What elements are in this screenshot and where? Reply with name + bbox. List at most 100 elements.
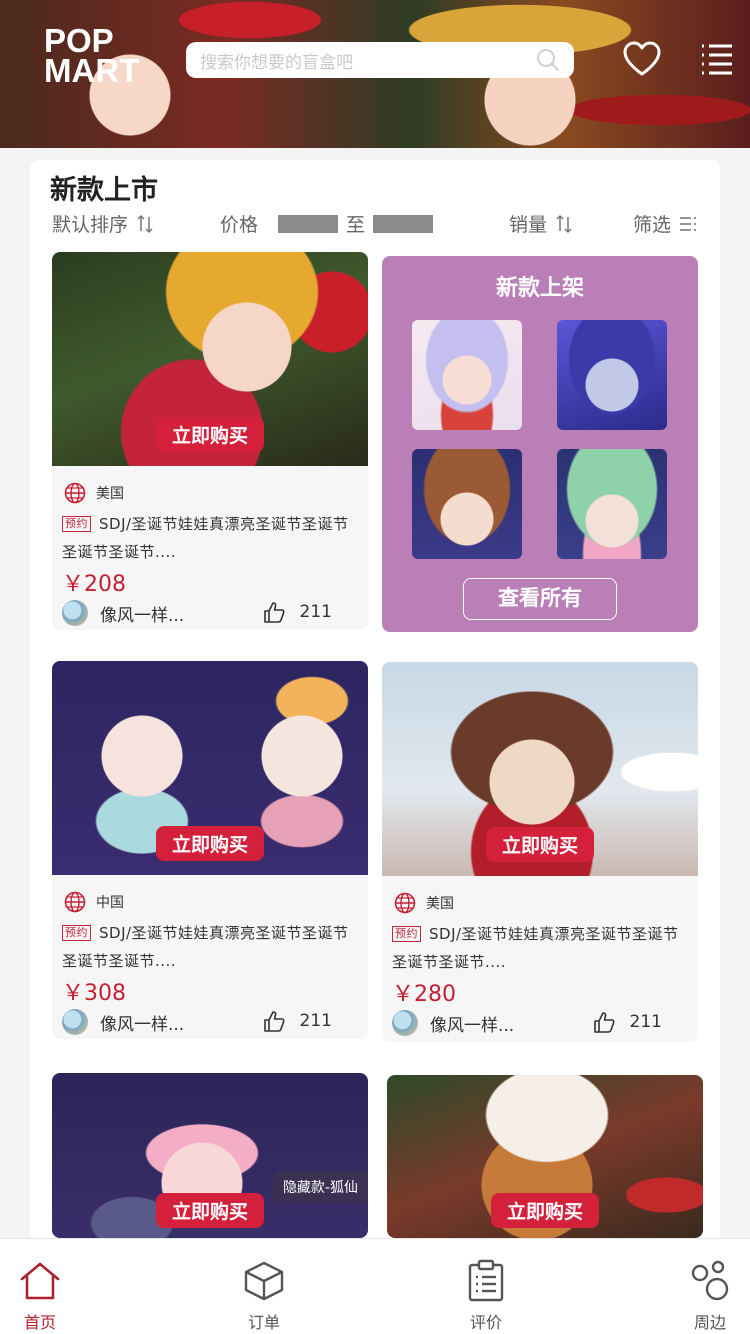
avatar (62, 1009, 88, 1035)
buy-now-button[interactable]: 立即购买 (155, 417, 265, 452)
hidden-edition-badge: 隐藏款-狐仙 (272, 1171, 368, 1203)
buy-now-button[interactable]: 立即购买 (155, 826, 265, 861)
country-name: 美国 (426, 896, 454, 912)
product-card[interactable]: 立即购买 中国 预约 SDJ/圣诞节娃娃真漂亮圣诞节圣诞节圣诞节圣诞节.... ￥… (52, 661, 368, 1039)
tab-reviews[interactable]: 评价 (446, 1259, 526, 1333)
like-count: 211 (629, 1012, 662, 1032)
preorder-tag: 预约 (62, 925, 91, 941)
product-title: SDJ/圣诞节娃娃真漂亮圣诞节圣诞节圣诞节圣诞节.... (62, 515, 349, 561)
like-count: 211 (299, 1011, 332, 1031)
filter-list-icon (680, 216, 697, 231)
sort-icon (556, 214, 572, 233)
product-description: 预约 SDJ/圣诞节娃娃真漂亮圣诞节圣诞节圣诞节圣诞节.... (62, 510, 358, 566)
logo-line-2: MART (44, 52, 140, 89)
product-info: 美国 预约 SDJ/圣诞节娃娃真漂亮圣诞节圣诞节圣诞节圣诞节.... ￥208 像… (52, 466, 368, 630)
new-arrival-thumbnail[interactable] (412, 449, 522, 559)
product-country: 美国 (394, 892, 454, 914)
thumbs-up-icon (593, 1012, 615, 1033)
price-label: 价格 (220, 214, 259, 236)
seller-name: 像风一样... (100, 605, 185, 626)
price-min-input[interactable] (278, 214, 339, 233)
product-image[interactable]: 立即购买 (52, 252, 368, 466)
globe-icon (64, 891, 86, 913)
box-icon (244, 1261, 284, 1301)
search-input[interactable]: 搜索你想要的盲盒吧 (186, 42, 574, 78)
seller-info[interactable]: 像风一样... (392, 1010, 514, 1036)
like-count: 211 (299, 602, 332, 622)
country-name: 中国 (96, 895, 124, 911)
product-card[interactable]: 立即购买 美国 预约 SDJ/圣诞节娃娃真漂亮圣诞节圣诞节圣诞节圣诞节.... ￥… (52, 252, 368, 630)
product-country: 中国 (64, 891, 124, 913)
product-description: 预约 SDJ/圣诞节娃娃真漂亮圣诞节圣诞节圣诞节圣诞节.... (392, 920, 688, 976)
like-button[interactable]: 211 (262, 1009, 332, 1033)
product-card[interactable]: 立即购买 美国 预约 SDJ/圣诞节娃娃真漂亮圣诞节圣诞节圣诞节圣诞节.... ￥… (382, 662, 698, 1042)
section-title: 新款上市 (50, 175, 158, 206)
search-icon[interactable] (536, 48, 560, 72)
view-all-button[interactable]: 查看所有 (463, 578, 617, 620)
product-price: ￥280 (392, 982, 456, 1007)
menu-icon[interactable] (700, 43, 734, 77)
filter-bar: 默认排序 价格 至 销量 筛选 (52, 210, 702, 240)
product-country: 美国 (64, 482, 124, 504)
avatar (62, 600, 88, 626)
popmart-logo[interactable]: POP MART (44, 24, 140, 89)
price-max-input[interactable] (373, 214, 434, 233)
tab-orders-label: 订单 (247, 1313, 280, 1332)
product-card[interactable]: 立即购买 (387, 1075, 703, 1238)
seller-name: 像风一样... (430, 1015, 515, 1036)
home-icon (20, 1262, 60, 1300)
header-banner: POP MART 搜索你想要的盲盒吧 (0, 0, 750, 148)
product-image[interactable]: 立即购买 (387, 1075, 703, 1238)
product-price: ￥208 (62, 572, 126, 597)
search-placeholder: 搜索你想要的盲盒吧 (200, 52, 353, 73)
product-image[interactable]: 立即购买 (382, 662, 698, 876)
sales-label: 销量 (509, 214, 548, 236)
buy-now-button[interactable]: 立即购买 (490, 1193, 600, 1228)
seller-name: 像风一样... (100, 1014, 185, 1035)
price-to-label: 至 (346, 214, 366, 236)
product-info: 中国 预约 SDJ/圣诞节娃娃真漂亮圣诞节圣诞节圣诞节圣诞节.... ￥308 像… (52, 875, 368, 1039)
product-price: ￥308 (62, 981, 126, 1006)
product-image[interactable]: 隐藏款-狐仙 立即购买 (52, 1073, 368, 1238)
tab-home[interactable]: 首页 (0, 1259, 80, 1333)
preorder-tag: 预约 (62, 516, 91, 532)
new-arrivals-title: 新款上架 (495, 276, 584, 301)
product-title: SDJ/圣诞节娃娃真漂亮圣诞节圣诞节圣诞节圣诞节.... (62, 924, 349, 970)
circles-icon (691, 1260, 729, 1301)
tab-peripherals[interactable]: 周边 (670, 1259, 750, 1333)
sort-icon (137, 214, 153, 233)
product-title: SDJ/圣诞节娃娃真漂亮圣诞节圣诞节圣诞节圣诞节.... (392, 925, 679, 971)
buy-now-button[interactable]: 立即购买 (485, 827, 595, 862)
country-name: 美国 (96, 486, 124, 502)
like-button[interactable]: 211 (592, 1010, 662, 1034)
tab-home-label: 首页 (23, 1313, 56, 1332)
preorder-tag: 预约 (392, 926, 421, 942)
thumbs-up-icon (263, 1011, 285, 1032)
product-description: 预约 SDJ/圣诞节娃娃真漂亮圣诞节圣诞节圣诞节圣诞节.... (62, 919, 358, 975)
thumbs-up-icon (263, 602, 285, 623)
filter-label: 筛选 (633, 214, 672, 236)
tab-orders[interactable]: 订单 (224, 1259, 304, 1333)
seller-info[interactable]: 像风一样... (62, 600, 184, 626)
avatar (392, 1010, 418, 1036)
tab-peripherals-label: 周边 (693, 1313, 726, 1332)
price-filter: 价格 至 (220, 210, 434, 237)
clipboard-icon (468, 1259, 504, 1302)
default-sort-button[interactable]: 默认排序 (52, 210, 154, 237)
seller-info[interactable]: 像风一样... (62, 1009, 184, 1035)
filter-button[interactable]: 筛选 (633, 210, 697, 237)
new-arrival-thumbnail[interactable] (412, 320, 522, 430)
product-card[interactable]: 隐藏款-狐仙 立即购买 (52, 1073, 368, 1238)
new-arrivals-panel: 新款上架 查看所有 (382, 256, 698, 632)
like-button[interactable]: 211 (262, 600, 332, 624)
globe-icon (64, 482, 86, 504)
heart-icon[interactable] (622, 40, 662, 80)
product-info: 美国 预约 SDJ/圣诞节娃娃真漂亮圣诞节圣诞节圣诞节圣诞节.... ￥280 像… (382, 876, 698, 1042)
default-sort-label: 默认排序 (52, 214, 129, 236)
buy-now-button[interactable]: 立即购买 (155, 1193, 265, 1228)
new-arrival-thumbnail[interactable] (557, 449, 667, 559)
new-arrival-thumbnail[interactable] (557, 320, 667, 430)
bottom-tab-bar: 首页 订单 评价 周边 (0, 1238, 750, 1334)
product-image[interactable]: 立即购买 (52, 661, 368, 875)
sales-sort-button[interactable]: 销量 (509, 210, 573, 237)
